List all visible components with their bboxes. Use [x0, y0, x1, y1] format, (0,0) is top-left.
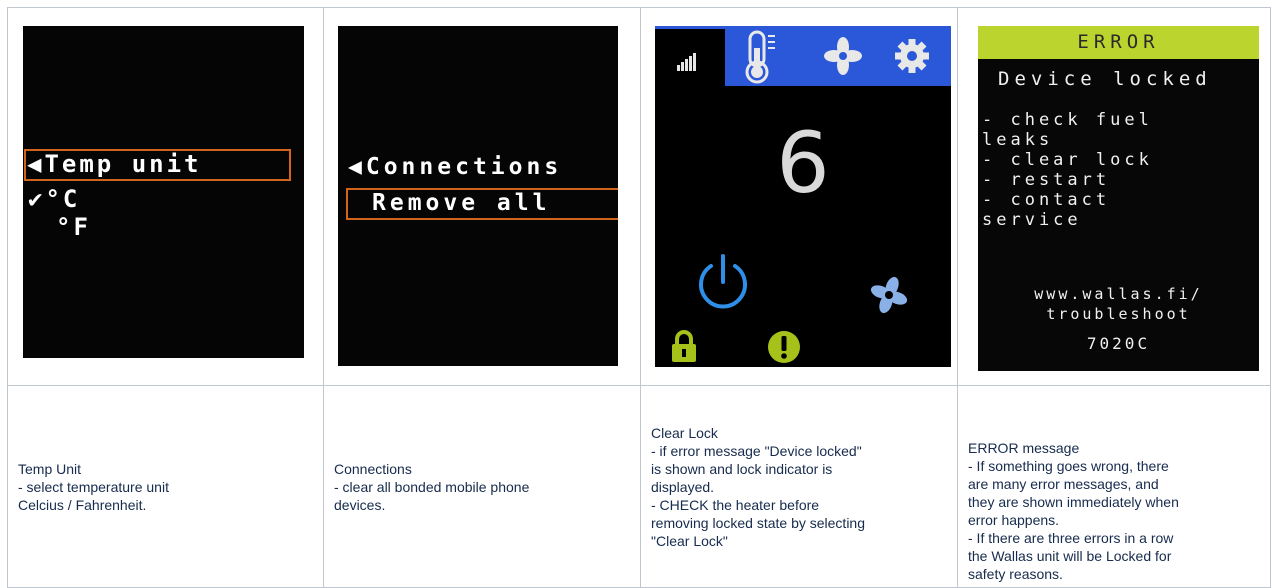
back-arrow-icon: ◀: [348, 154, 366, 180]
description-line: - CHECK the heater before: [651, 496, 820, 513]
temp-unit-screen-photo: ◀Temp unit ✔°C °F: [23, 26, 304, 358]
description-line: safety reasons.: [968, 566, 1063, 582]
error-step: - restart: [982, 170, 1111, 190]
description-line: - If there are three errors in a row: [968, 530, 1174, 546]
option-fahrenheit: °F: [56, 213, 91, 241]
description-row: Temp Unit - select temperature unit Celc…: [7, 385, 1271, 588]
option-label: °F: [56, 213, 91, 241]
description-line: the Wallas unit will be Locked for: [968, 548, 1172, 564]
error-header: ERROR: [978, 26, 1259, 59]
main-screen-photo: 6: [655, 26, 951, 367]
fan-icon: [824, 37, 862, 75]
menu-item-label: Remove all: [372, 190, 551, 216]
warning-icon: [768, 331, 800, 363]
error-title: Device locked: [998, 68, 1212, 90]
menu-title: Temp unit: [44, 150, 202, 178]
description-line: - select temperature unit: [18, 478, 169, 495]
connections-screen-photo: ◀Connections Remove all: [338, 26, 618, 366]
description-title: ERROR message: [968, 440, 1080, 456]
description-line: removing locked state by selecting: [651, 514, 865, 531]
description-line: Celcius / Fahrenheit.: [18, 496, 147, 513]
description-line: is shown and lock indicator is: [651, 460, 833, 477]
error-step: - clear lock: [982, 150, 1153, 170]
menu-item-remove-all: Remove all: [372, 190, 550, 216]
error-code: 7020C: [1086, 334, 1151, 353]
menu-header: ◀Temp unit: [27, 150, 202, 178]
tab-power-level: [655, 26, 725, 94]
error-step: - contact: [982, 190, 1111, 210]
troubleshoot-url-line2: troubleshoot: [1046, 305, 1191, 323]
back-arrow-icon: ◀: [27, 150, 45, 178]
description-title: Connections: [334, 460, 412, 477]
power-level-value: 6: [776, 114, 830, 212]
cell-temp-unit-description: Temp Unit - select temperature unit Celc…: [7, 385, 324, 588]
lock-icon: [672, 330, 696, 362]
description-line: - clear all bonded mobile phone: [334, 478, 530, 495]
option-label: °C: [45, 185, 81, 213]
fan-status-icon: [870, 276, 908, 314]
description-line: error happens.: [968, 512, 1060, 528]
description-line: - if error message "Device locked": [651, 442, 862, 459]
cell-connections-description: Connections - clear all bonded mobile ph…: [323, 385, 641, 588]
error-step: - check fuel: [982, 110, 1153, 130]
troubleshoot-url-line1: www.wallas.fi/: [1034, 285, 1203, 303]
description-line: displayed.: [651, 478, 715, 495]
error-screen-photo: ERROR Device locked - check fuel leaks -…: [978, 26, 1259, 371]
error-step: service: [982, 210, 1082, 230]
menu-title: Connections: [365, 154, 563, 180]
cell-clear-lock-description: Clear Lock - if error message "Device lo…: [640, 385, 958, 588]
description-title: Clear Lock: [651, 424, 718, 441]
option-celsius: ✔°C: [28, 185, 80, 213]
description-line: "Clear Lock": [651, 532, 728, 549]
cell-error-description: ERROR message - If something goes wrong,…: [957, 385, 1271, 588]
error-step: leaks: [982, 130, 1054, 150]
checkmark-icon: ✔: [28, 185, 46, 213]
description-line: they are shown immediately when: [968, 494, 1179, 510]
gear-icon: [895, 39, 929, 73]
signal-bars-icon: [677, 53, 696, 71]
description-title: Temp Unit: [18, 460, 82, 477]
description-line: are many error messages, and: [968, 476, 1159, 492]
power-icon: [699, 254, 747, 309]
thermometer-icon: [745, 30, 775, 84]
menu-header: ◀Connections: [348, 154, 562, 180]
description-line: devices.: [334, 496, 386, 513]
description-line: - If something goes wrong, there: [968, 458, 1169, 474]
